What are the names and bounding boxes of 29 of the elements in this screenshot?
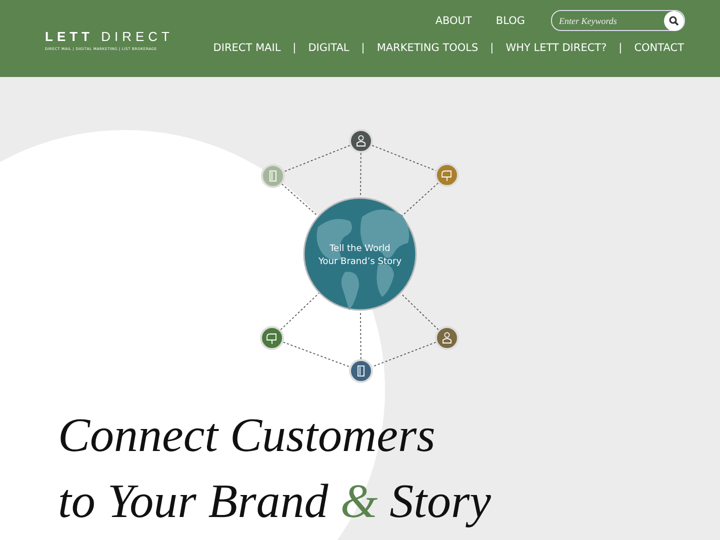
nav-separator: | [292,42,296,54]
nav-link[interactable]: MARKETING TOOLS [376,42,478,54]
nav-link[interactable]: DIGITAL [308,42,350,54]
search-field[interactable]: Enter Keywords [551,10,685,31]
headline-text: to Your Brand & Story [58,474,491,530]
globe-caption: Your Brand’s Story [318,257,402,267]
connector-line [372,342,436,368]
search-icon [669,16,679,26]
connector-line [281,184,318,216]
top-nav-link[interactable]: ABOUT [435,14,472,26]
logo-wordmark[interactable]: LETT DIRECT [45,29,174,44]
headline-text: Connect Customers [58,408,436,464]
nav-link[interactable]: CONTACT [634,42,684,54]
connector-line [280,292,320,330]
nav-link[interactable]: WHY LETT DIRECT? [506,42,607,54]
nav-link[interactable]: DIRECT MAIL [213,42,281,54]
nav-separator: | [361,42,365,54]
connector-line [284,144,350,172]
connector-line [402,182,439,216]
globe-caption: Tell the World [330,244,390,254]
search-button[interactable] [664,10,684,30]
connector-line [282,342,350,368]
nav-separator: | [618,42,622,54]
connector-line [372,144,436,172]
connector-line [360,152,362,198]
connector-line [360,310,362,360]
top-nav-link[interactable]: BLOG [496,14,525,26]
connector-line [400,293,439,330]
nav-separator: | [490,42,494,54]
